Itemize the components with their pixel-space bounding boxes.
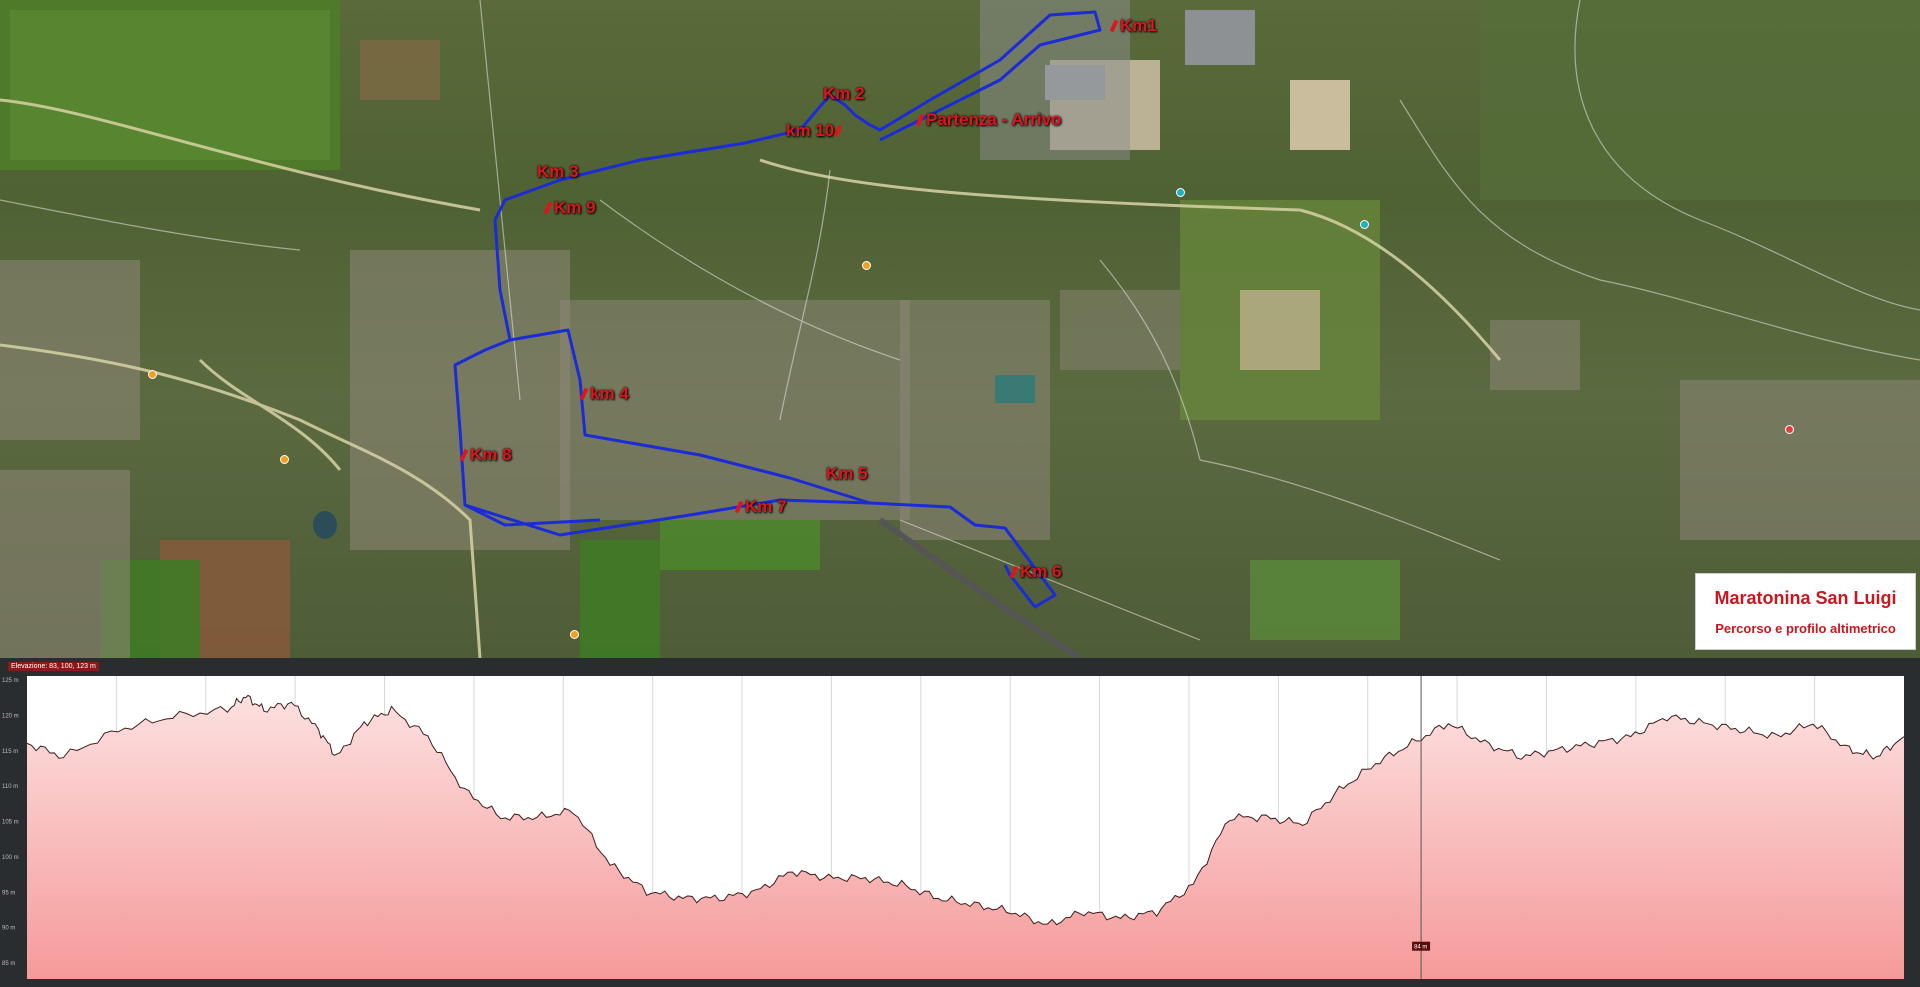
map-title-box: Maratonina San Luigi Percorso e profilo …	[1695, 573, 1916, 650]
poi-icon[interactable]	[1360, 220, 1369, 229]
poi-icon[interactable]	[280, 455, 289, 464]
elevation-chart: 125 m 120 m 115 m 110 m 105 m 100 m 95 m 90 m 85…	[2, 676, 1905, 979]
map-subtitle: Percorso e profilo altimetrico	[1715, 620, 1896, 636]
marker-km9[interactable]: Km 9	[543, 198, 596, 218]
y-tick-label: 85 m	[2, 961, 15, 967]
pin-icon	[833, 124, 843, 138]
app: Km1 Km 2 km 10 Partenza - Arrivo Km 3 Km…	[0, 0, 1920, 987]
poi-icon[interactable]	[570, 630, 579, 639]
poi-icon[interactable]	[148, 370, 157, 379]
y-tick-label: 115 m	[2, 749, 18, 755]
svg-text:84 m: 84 m	[1414, 945, 1427, 951]
marker-km10[interactable]: km 10	[786, 121, 843, 141]
marker-km1[interactable]: Km1	[1109, 16, 1157, 36]
y-tick-label: 110 m	[2, 784, 18, 790]
y-axis-ticks: 125 m 120 m 115 m 110 m 105 m 100 m 95 m 90 m 85…	[2, 678, 19, 967]
elevation-profile[interactable]: 125 m 120 m 115 m 110 m 105 m 100 m 95 m 90 m 85…	[0, 674, 1920, 987]
y-tick-label: 100 m	[2, 855, 19, 861]
marker-km6[interactable]: Km 6	[1009, 562, 1062, 582]
satellite-map[interactable]: Km1 Km 2 km 10 Partenza - Arrivo Km 3 Km…	[0, 0, 1920, 658]
marker-km7[interactable]: Km 7	[734, 497, 787, 517]
y-tick-label: 95 m	[2, 890, 15, 896]
poi-icon[interactable]	[1176, 188, 1185, 197]
y-tick-label: 125 m	[2, 678, 19, 684]
marker-km4[interactable]: km 4	[579, 384, 629, 404]
y-tick-label: 105 m	[2, 820, 19, 826]
marker-start-finish[interactable]: Partenza - Arrivo	[915, 110, 1061, 130]
elevation-badge: Elevazione: 83, 100, 123 m	[8, 661, 99, 671]
marker-km8[interactable]: Km 8	[459, 445, 512, 465]
y-tick-label: 90 m	[2, 926, 15, 932]
marker-km5[interactable]: Km 5	[826, 464, 868, 484]
marker-km3[interactable]: Km 3	[537, 162, 579, 182]
profile-statusbar: Elevazione: 83, 100, 123 m	[0, 658, 1920, 674]
map-background	[0, 0, 1920, 658]
y-tick-label: 120 m	[2, 713, 19, 719]
poi-icon[interactable]	[1785, 425, 1794, 434]
map-title: Maratonina San Luigi	[1714, 587, 1897, 608]
cursor-label: 84 m	[1412, 941, 1431, 951]
marker-km2[interactable]: Km 2	[823, 84, 865, 104]
poi-icon[interactable]	[862, 261, 871, 270]
